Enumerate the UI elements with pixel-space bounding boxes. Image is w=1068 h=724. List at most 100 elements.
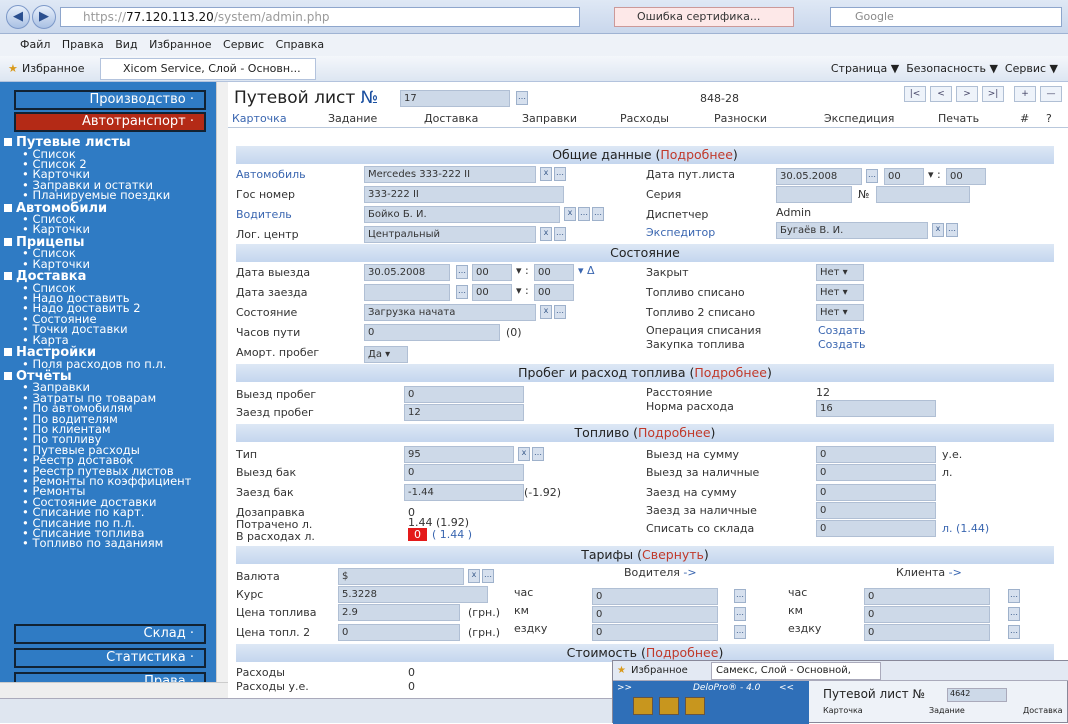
nav-production[interactable]: Производство · bbox=[14, 90, 206, 110]
menu-file[interactable]: Файл bbox=[20, 38, 50, 51]
tab-refuel[interactable]: Заправки bbox=[522, 112, 577, 125]
more-link[interactable]: Подробнее bbox=[660, 147, 733, 162]
series-number-field[interactable] bbox=[876, 186, 970, 203]
currency-field[interactable]: $ bbox=[338, 568, 464, 585]
menu-edit[interactable]: Правка bbox=[62, 38, 104, 51]
fuel-written-select[interactable]: Нет ▾ bbox=[816, 284, 864, 301]
horizontal-scrollbar[interactable] bbox=[0, 682, 228, 698]
search-input[interactable]: Google bbox=[830, 7, 1062, 27]
cash-in-field[interactable]: 0 bbox=[816, 502, 936, 519]
tab-delivery[interactable]: Доставка bbox=[424, 112, 478, 125]
car-field[interactable]: Mercedes 333-222 II bbox=[364, 166, 536, 183]
sidebar-item[interactable]: Поля расходов по п.л. bbox=[22, 358, 166, 370]
lookup-button[interactable]: … bbox=[516, 91, 528, 105]
tab-expedition[interactable]: Экспедиция bbox=[824, 112, 894, 125]
fuel-price-field[interactable]: 2.9 bbox=[338, 604, 460, 621]
depart-date-field[interactable]: 30.05.2008 bbox=[364, 264, 450, 281]
forwarder-field[interactable]: Бугаёв В. И. bbox=[776, 222, 928, 239]
popup-tab[interactable]: Самекс, Слой - Основной, Поль... bbox=[711, 662, 881, 680]
date-field[interactable]: 30.05.2008 bbox=[776, 168, 862, 185]
popup-number-field[interactable]: 4642 bbox=[947, 688, 1007, 702]
lookup-button[interactable]: … bbox=[734, 607, 746, 621]
amort-select[interactable]: Да ▾ bbox=[364, 346, 408, 363]
sidebar-scrollbar[interactable] bbox=[216, 82, 228, 682]
tab-distribution[interactable]: Разноски bbox=[714, 112, 767, 125]
clear-button[interactable]: x bbox=[468, 569, 480, 583]
tab-expenses[interactable]: Расходы bbox=[620, 112, 669, 125]
arrive-date-field[interactable] bbox=[364, 284, 450, 301]
minute-select[interactable]: 00 bbox=[534, 264, 574, 281]
sidebar-item[interactable]: Карта bbox=[22, 334, 68, 346]
menu-tools[interactable]: Сервис bbox=[223, 38, 264, 51]
tariff-rate-field[interactable]: 0 bbox=[592, 624, 718, 641]
overlay-window[interactable]: ★ Избранное Самекс, Слой - Основной, Пол… bbox=[612, 660, 1068, 724]
truck-icon[interactable] bbox=[633, 697, 653, 715]
nav-statistics[interactable]: Статистика · bbox=[14, 648, 206, 668]
out-tank-field[interactable]: 0 bbox=[404, 464, 524, 481]
center-field[interactable]: Центральный bbox=[364, 226, 536, 243]
tab-card[interactable]: Карточка bbox=[232, 112, 287, 125]
tab-help[interactable]: ? bbox=[1046, 112, 1052, 125]
lookup-button[interactable]: … bbox=[592, 207, 604, 221]
clear-button[interactable]: x bbox=[518, 447, 530, 461]
tariff-rate-field[interactable]: 0 bbox=[864, 588, 990, 605]
minute-select[interactable]: 00 bbox=[534, 284, 574, 301]
tariff-rate-field[interactable]: 0 bbox=[864, 606, 990, 623]
fuel-type-field[interactable]: 95 bbox=[404, 446, 514, 463]
lookup-button[interactable]: … bbox=[734, 625, 746, 639]
lookup-button[interactable]: … bbox=[482, 569, 494, 583]
nav-last-button[interactable]: >| bbox=[982, 86, 1004, 102]
nav-autotransport[interactable]: Автотранспорт · bbox=[14, 112, 206, 132]
car-label[interactable]: Автомобиль bbox=[236, 168, 306, 181]
clear-button[interactable]: x bbox=[932, 223, 944, 237]
hour-select[interactable]: 00 bbox=[472, 284, 512, 301]
delta-icon[interactable]: ▾ Δ bbox=[578, 264, 595, 277]
lookup-button[interactable]: … bbox=[578, 207, 590, 221]
nav-first-button[interactable]: |< bbox=[904, 86, 926, 102]
minute-select[interactable]: 00 bbox=[946, 168, 986, 185]
norm-field[interactable]: 16 bbox=[816, 400, 936, 417]
collapse-link[interactable]: Свернуть bbox=[642, 547, 704, 562]
forwarder-label[interactable]: Экспедитор bbox=[646, 226, 715, 239]
rate-field[interactable]: 5.3228 bbox=[338, 586, 488, 603]
fuel-price2-field[interactable]: 0 bbox=[338, 624, 460, 641]
lookup-button[interactable]: … bbox=[734, 589, 746, 603]
popup-favorites[interactable]: Избранное bbox=[631, 661, 688, 681]
nav-rights[interactable]: Права · bbox=[14, 672, 206, 682]
tools-menu[interactable]: Сервис ▼ bbox=[1005, 62, 1058, 75]
truck-icon[interactable] bbox=[659, 697, 679, 715]
sidebar-item[interactable]: Топливо по заданиям bbox=[22, 538, 163, 550]
lookup-button[interactable]: … bbox=[554, 167, 566, 181]
sidebar-item[interactable]: Планируемые поездки bbox=[22, 189, 170, 201]
sum-out-field[interactable]: 0 bbox=[816, 446, 936, 463]
status-field[interactable]: Загрузка начата bbox=[364, 304, 536, 321]
menu-favorites[interactable]: Избранное bbox=[149, 38, 211, 51]
popup-back[interactable]: << bbox=[779, 683, 794, 693]
menu-help[interactable]: Справка bbox=[276, 38, 324, 51]
calendar-button[interactable]: … bbox=[456, 265, 468, 279]
sidebar-item[interactable]: Карточки bbox=[22, 224, 89, 236]
doc-number-field[interactable]: 17 bbox=[400, 90, 510, 107]
nav-sklad[interactable]: Склад · bbox=[14, 624, 206, 644]
sidebar-item[interactable]: Карточки bbox=[22, 258, 89, 270]
driver-field[interactable]: Бойко Б. И. bbox=[364, 206, 560, 223]
lookup-button[interactable]: … bbox=[554, 305, 566, 319]
fuel2-written-select[interactable]: Нет ▾ bbox=[816, 304, 864, 321]
tariff-rate-field[interactable]: 0 bbox=[592, 588, 718, 605]
forward-button[interactable]: ▶ bbox=[32, 5, 56, 29]
clear-button[interactable]: x bbox=[540, 227, 552, 241]
truck-icon[interactable] bbox=[685, 697, 705, 715]
hour-select[interactable]: 00 bbox=[884, 168, 924, 185]
tariff-rate-field[interactable]: 0 bbox=[592, 606, 718, 623]
lookup-button[interactable]: … bbox=[1008, 607, 1020, 621]
calendar-button[interactable]: … bbox=[866, 169, 878, 183]
in-run-field[interactable]: 12 bbox=[404, 404, 524, 421]
popup-tab-card[interactable]: Карточка bbox=[823, 706, 863, 715]
driver-label[interactable]: Водитель bbox=[236, 208, 292, 221]
cash-out-field[interactable]: 0 bbox=[816, 464, 936, 481]
calendar-button[interactable]: … bbox=[456, 285, 468, 299]
lookup-button[interactable]: … bbox=[554, 227, 566, 241]
series-field[interactable] bbox=[776, 186, 852, 203]
lookup-button[interactable]: … bbox=[1008, 589, 1020, 603]
security-menu[interactable]: Безопасность ▼ bbox=[906, 62, 998, 75]
